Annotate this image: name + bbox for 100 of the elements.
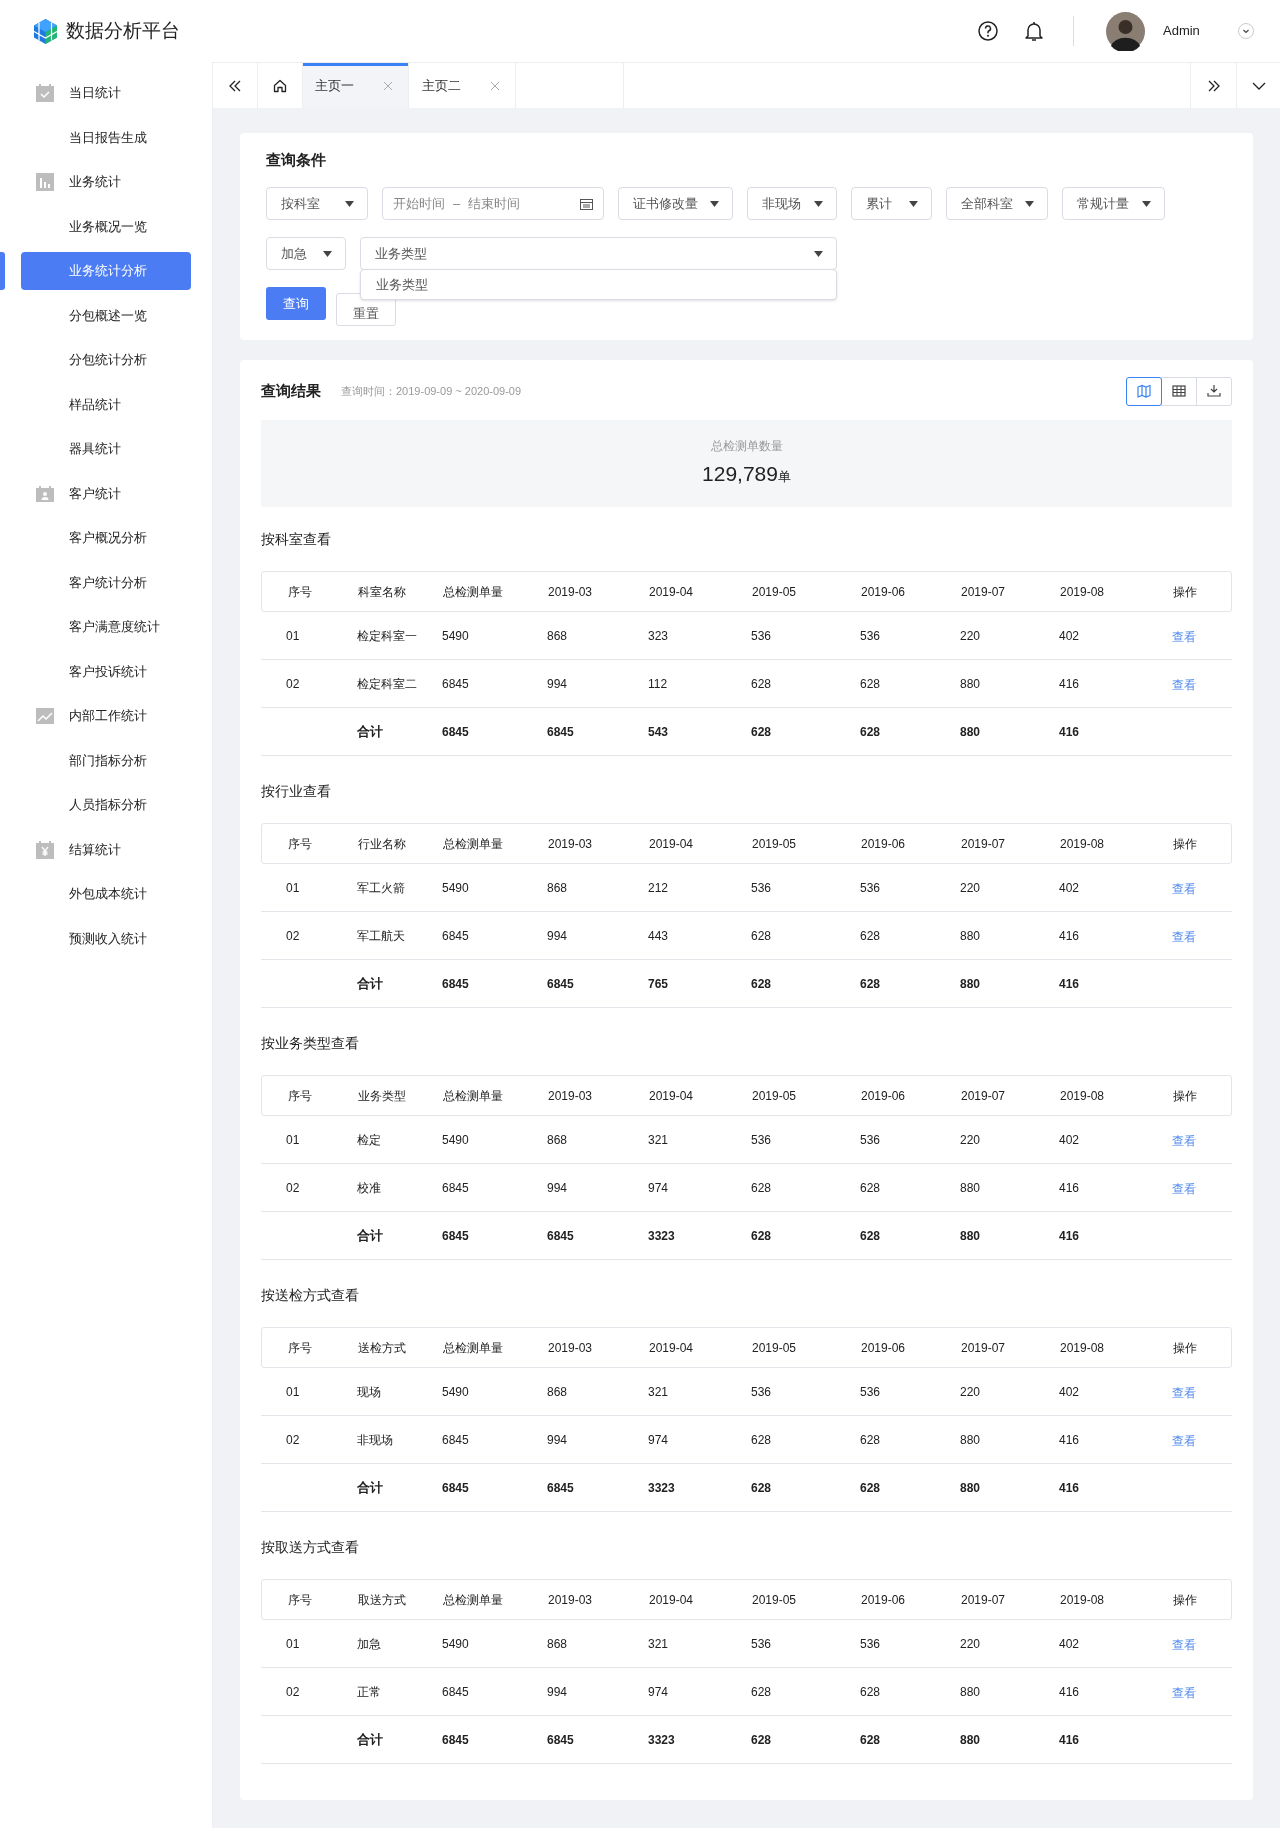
sidebar-item[interactable]: 业务概况一览 [21, 207, 191, 246]
calendar-person-icon [36, 485, 54, 502]
sidebar-group[interactable]: 内部工作统计 [0, 697, 212, 735]
table-cell-text: 6845 [547, 975, 575, 993]
section-title: 按科室查看 [261, 530, 332, 549]
table-cell-text: 628 [860, 1431, 882, 1449]
table-cell-text: 628 [751, 1179, 773, 1197]
column-header: 操作 [1173, 1087, 1198, 1105]
table-cell-text: 994 [547, 1431, 569, 1449]
sidebar-item[interactable]: 客户满意度统计 [21, 608, 191, 646]
view-link[interactable]: 查看 [1172, 929, 1196, 944]
view-link[interactable]: 查看 [1172, 1433, 1196, 1448]
section-title: 按业务类型查看 [261, 1034, 360, 1053]
column-header: 2019-08 [1060, 1087, 1106, 1105]
sidebar-item[interactable]: 外包成本统计 [21, 875, 191, 913]
sidebar-item[interactable]: 器具统计 [21, 430, 191, 468]
sidebar-item[interactable]: 客户统计分析 [21, 563, 191, 602]
close-icon[interactable] [383, 80, 393, 91]
select-field[interactable]: 全部科室 [946, 187, 1048, 220]
table-cell-text: 416 [1059, 723, 1081, 741]
sidebar-item[interactable]: 分包概述一览 [21, 296, 191, 335]
end-date-input[interactable]: 结束时间 [468, 193, 521, 214]
sidebar-item[interactable]: 样品统计 [21, 385, 191, 424]
column-header: 总检测单量 [443, 1591, 504, 1609]
bell-icon[interactable] [1025, 20, 1043, 42]
query-button[interactable]: 查询 [266, 287, 326, 320]
dropdown-option[interactable]: 业务类型 [360, 269, 837, 300]
view-link[interactable]: 查看 [1172, 629, 1196, 644]
view-link[interactable]: 查看 [1172, 881, 1196, 896]
sidebar-item[interactable]: 业务统计分析 [21, 252, 191, 290]
table-cell-text: 880 [960, 1227, 982, 1245]
close-icon[interactable] [490, 80, 500, 91]
table-cell-text: 6845 [442, 1179, 470, 1197]
total-label: 合计 [357, 1730, 384, 1749]
download-icon [1207, 384, 1221, 398]
select-field[interactable]: 按科室 [266, 187, 368, 220]
calendar-check-icon [36, 84, 54, 102]
select-field[interactable]: 非现场 [747, 187, 837, 220]
sidebar-item[interactable]: 当日报告生成 [21, 118, 191, 157]
select-field[interactable]: 加急 [266, 237, 346, 270]
tab[interactable]: 主页一 [303, 63, 409, 108]
column-header: 2019-03 [548, 835, 594, 853]
select-field[interactable]: 证书修改量 [618, 187, 733, 220]
table-cell-text: 628 [860, 1479, 882, 1497]
view-link[interactable]: 查看 [1172, 677, 1196, 692]
view-link[interactable]: 查看 [1172, 1133, 1196, 1148]
table-cell-text: 6845 [442, 975, 470, 993]
sidebar-group[interactable]: 结算统计 [0, 830, 212, 869]
summary-value: 129,789单 [702, 461, 791, 488]
sidebar-item[interactable]: 人员指标分析 [21, 786, 191, 824]
view-link[interactable]: 查看 [1172, 1637, 1196, 1652]
table-cell-text: 212 [648, 879, 670, 897]
view-link[interactable]: 查看 [1172, 1385, 1196, 1400]
view-link[interactable]: 查看 [1172, 1181, 1196, 1196]
caret-down-icon [323, 250, 332, 257]
date-range-field[interactable]: 开始时间 – 结束时间 [382, 187, 604, 220]
table-cell-text: 402 [1059, 1131, 1081, 1149]
sidebar-group[interactable]: 客户统计 [0, 474, 212, 513]
table-cell-text: 536 [860, 1635, 882, 1653]
column-header: 序号 [287, 583, 313, 601]
column-header: 2019-03 [548, 1087, 594, 1105]
table-cell-text: 检定科室二 [357, 675, 418, 693]
table-cell-text: 974 [648, 1683, 670, 1701]
start-date-input[interactable]: 开始时间 [393, 193, 445, 214]
sidebar-item[interactable]: 预测收入统计 [21, 919, 191, 958]
sidebar-item[interactable]: 部门指标分析 [21, 741, 191, 780]
select-field[interactable]: 常规计量 [1062, 187, 1165, 220]
column-header: 2019-06 [861, 835, 907, 853]
total-label: 合计 [357, 722, 384, 741]
column-header: 总检测单量 [443, 583, 504, 601]
chevron-down-icon[interactable] [1238, 23, 1254, 39]
table-cell-text: 536 [751, 1635, 773, 1653]
table-cell-text: 02 [285, 1431, 301, 1449]
help-icon[interactable] [978, 21, 998, 41]
view-toggle-button[interactable] [1126, 376, 1162, 406]
table-cell-text: 628 [751, 1431, 773, 1449]
select-field[interactable]: 累计 [851, 187, 932, 220]
map-icon [1137, 384, 1151, 398]
column-header: 2019-04 [649, 1339, 695, 1357]
column-header: 取送方式 [358, 1591, 407, 1609]
column-header: 科室名称 [358, 583, 407, 601]
table-cell-text: 416 [1059, 927, 1081, 945]
table-cell-text: 765 [648, 975, 670, 993]
table-cell-text: 543 [648, 723, 670, 741]
sidebar-group[interactable]: 当日统计 [0, 74, 212, 112]
table-cell-text: 880 [960, 1431, 982, 1449]
sidebar-item[interactable]: 分包统计分析 [21, 341, 191, 379]
table-cell-text: 880 [960, 723, 982, 741]
sidebar-item[interactable]: 客户概况分析 [21, 519, 191, 557]
column-header: 序号 [287, 835, 313, 853]
sidebar-item[interactable]: 客户投诉统计 [21, 652, 191, 691]
home-icon [273, 78, 287, 93]
caret-down-icon [1025, 200, 1034, 207]
table-cell-text: 628 [751, 1479, 773, 1497]
sidebar-group[interactable]: 业务统计 [0, 163, 212, 201]
total-label: 合计 [357, 1226, 384, 1245]
avatar[interactable] [1106, 11, 1145, 51]
view-link[interactable]: 查看 [1172, 1685, 1196, 1700]
column-header: 2019-05 [752, 1591, 798, 1609]
table-cell-text: 880 [960, 1179, 982, 1197]
